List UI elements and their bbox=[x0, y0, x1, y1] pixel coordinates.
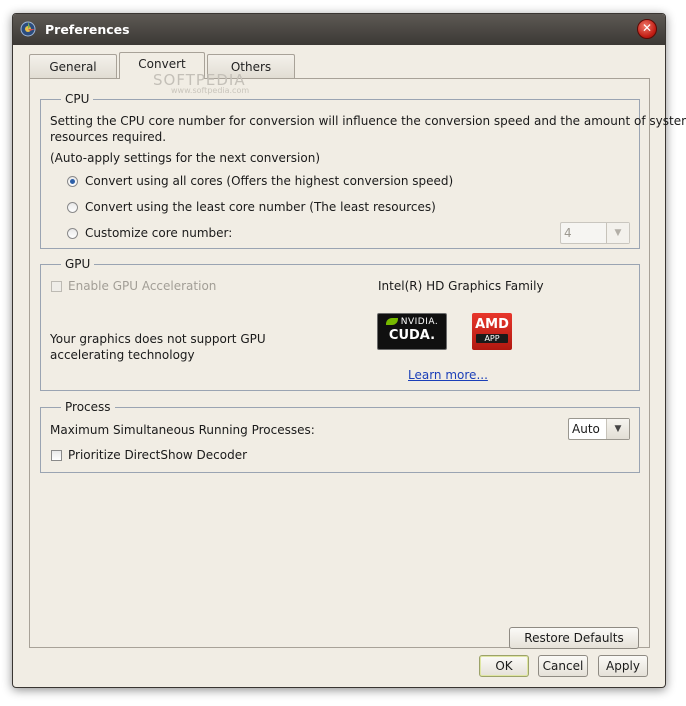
cancel-button[interactable]: Cancel bbox=[538, 655, 588, 677]
title-bar[interactable]: Preferences ✕ bbox=[13, 14, 665, 45]
nvidia-eye-icon bbox=[385, 318, 398, 325]
prioritize-directshow-checkbox[interactable] bbox=[51, 450, 62, 461]
close-icon: ✕ bbox=[641, 21, 653, 35]
enable-gpu-checkbox[interactable] bbox=[51, 281, 62, 292]
app-logo-icon bbox=[20, 21, 36, 37]
gpu-group: GPU Enable GPU Acceleration Intel(R) HD … bbox=[40, 257, 640, 391]
radio-customize-cores[interactable] bbox=[67, 228, 78, 239]
cpu-description-line2: resources required. bbox=[50, 130, 167, 144]
tab-general-label: General bbox=[49, 60, 97, 74]
restore-defaults-label: Restore Defaults bbox=[524, 631, 624, 645]
enable-gpu-label[interactable]: Enable GPU Acceleration bbox=[68, 279, 216, 293]
apply-label: Apply bbox=[606, 659, 640, 673]
amd-app-logo: AMD APP bbox=[472, 313, 512, 350]
process-legend: Process bbox=[61, 400, 115, 414]
tab-convert-label: Convert bbox=[138, 57, 186, 71]
gpu-unsupported-line2: accelerating technology bbox=[50, 348, 195, 362]
restore-defaults-button[interactable]: Restore Defaults bbox=[509, 627, 639, 649]
prioritize-directshow-label[interactable]: Prioritize DirectShow Decoder bbox=[68, 448, 247, 462]
close-button[interactable]: ✕ bbox=[637, 19, 657, 39]
learn-more-link[interactable]: Learn more... bbox=[408, 368, 488, 382]
max-processes-label: Maximum Simultaneous Running Processes: bbox=[50, 423, 315, 437]
process-group: Process Maximum Simultaneous Running Pro… bbox=[40, 400, 640, 473]
softpedia-watermark-url: www.softpedia.com bbox=[171, 86, 250, 95]
graphics-card-name: Intel(R) HD Graphics Family bbox=[378, 279, 544, 293]
tab-general[interactable]: General bbox=[29, 54, 117, 78]
apply-button[interactable]: Apply bbox=[598, 655, 648, 677]
cpu-legend: CPU bbox=[61, 92, 94, 106]
chevron-down-icon: ▼ bbox=[606, 223, 629, 243]
radio-least-cores[interactable] bbox=[67, 202, 78, 213]
ok-label: OK bbox=[495, 659, 513, 673]
amd-app-text: APP bbox=[476, 334, 508, 343]
core-number-select[interactable]: 4 ▼ bbox=[560, 222, 630, 244]
cpu-group: CPU Setting the CPU core number for conv… bbox=[40, 92, 686, 249]
amd-logo-text: AMD bbox=[475, 317, 509, 332]
cpu-description-line1: Setting the CPU core number for conversi… bbox=[50, 114, 686, 128]
gpu-unsupported-line1: Your graphics does not support GPU bbox=[50, 332, 266, 346]
radio-all-cores[interactable] bbox=[67, 176, 78, 187]
radio-all-cores-label[interactable]: Convert using all cores (Offers the high… bbox=[85, 174, 453, 188]
window-title: Preferences bbox=[45, 22, 130, 37]
ok-button[interactable]: OK bbox=[479, 655, 529, 677]
chevron-down-icon: ▼ bbox=[606, 419, 629, 439]
max-processes-value: Auto bbox=[572, 422, 600, 436]
nvidia-logo-text: NVIDIA. bbox=[400, 317, 439, 327]
radio-customize-cores-label[interactable]: Customize core number: bbox=[85, 226, 232, 240]
auto-apply-note: (Auto-apply settings for the next conver… bbox=[50, 151, 320, 165]
max-processes-select[interactable]: Auto ▼ bbox=[568, 418, 630, 440]
nvidia-cuda-logo: NVIDIA. CUDA. bbox=[377, 313, 447, 350]
preferences-window: Preferences ✕ General Convert Others SOF… bbox=[12, 13, 686, 688]
cuda-logo-text: CUDA. bbox=[388, 328, 436, 343]
core-number-value: 4 bbox=[564, 226, 572, 240]
cancel-label: Cancel bbox=[542, 659, 584, 673]
gpu-legend: GPU bbox=[61, 257, 95, 271]
radio-least-cores-label[interactable]: Convert using the least core number (The… bbox=[85, 200, 436, 214]
convert-tab-panel: CPU Setting the CPU core number for conv… bbox=[29, 78, 686, 649]
